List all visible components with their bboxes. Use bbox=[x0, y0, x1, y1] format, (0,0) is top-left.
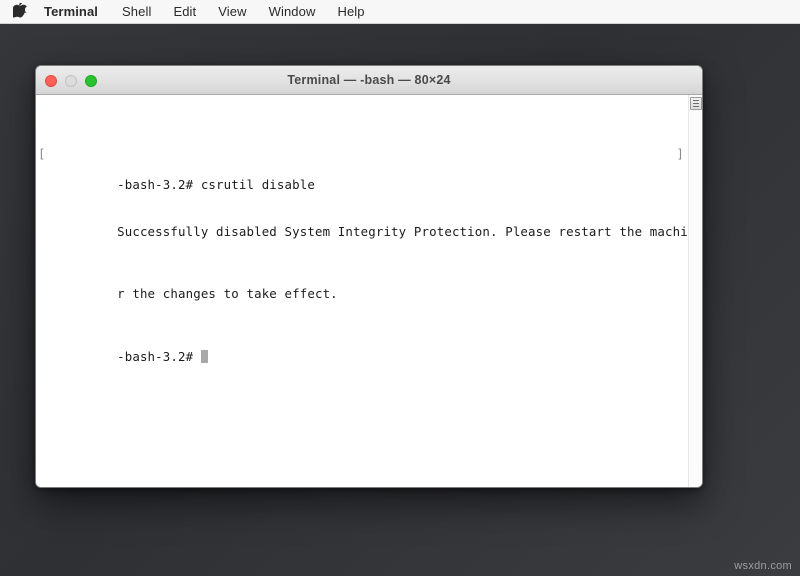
terminal-scrollbar[interactable] bbox=[688, 95, 702, 487]
minimize-button[interactable] bbox=[65, 74, 77, 87]
window-title: Terminal — -bash — 80×24 bbox=[287, 73, 451, 87]
window-controls bbox=[45, 66, 97, 95]
menu-item-edit[interactable]: Edit bbox=[162, 0, 207, 24]
terminal-line: Successfully disabled System Integrity P… bbox=[41, 208, 702, 239]
menu-item-terminal[interactable]: Terminal bbox=[38, 0, 111, 24]
prompt-mark-close-icon: ] bbox=[676, 145, 684, 161]
zoom-button[interactable] bbox=[85, 74, 97, 87]
prompt-mark-open-icon: [ bbox=[38, 145, 46, 161]
terminal-line-text: -bash-3.2# csrutil disable bbox=[117, 176, 315, 192]
menu-item-window[interactable]: Window bbox=[258, 0, 327, 24]
desktop: Terminal Shell Edit View Window Help Ter… bbox=[0, 0, 800, 576]
terminal-line: [ -bash-3.2# csrutil disable ] bbox=[38, 145, 686, 192]
terminal-window[interactable]: Terminal — -bash — 80×24 [ -bash-3.2# cs… bbox=[35, 65, 703, 488]
scroll-thumb[interactable] bbox=[690, 97, 702, 110]
terminal-line-text: r the changes to take effect. bbox=[117, 286, 338, 302]
terminal-line-text: -bash-3.2# bbox=[117, 348, 201, 364]
watermark: wsxdn.com bbox=[734, 560, 792, 572]
terminal-line: -bash-3.2# bbox=[41, 333, 686, 364]
terminal-line-text: Successfully disabled System Integrity P… bbox=[117, 223, 702, 239]
text-cursor bbox=[200, 349, 209, 363]
apple-logo-icon[interactable] bbox=[8, 0, 32, 24]
terminal-line: r the changes to take effect. bbox=[41, 271, 686, 301]
close-button[interactable] bbox=[45, 74, 57, 87]
menu-item-view[interactable]: View bbox=[207, 0, 257, 24]
terminal-content-area[interactable]: [ -bash-3.2# csrutil disable ] Successfu… bbox=[36, 95, 702, 487]
menu-bar: Terminal Shell Edit View Window Help bbox=[0, 0, 800, 24]
window-titlebar[interactable]: Terminal — -bash — 80×24 bbox=[36, 66, 702, 95]
terminal-output: [ -bash-3.2# csrutil disable ] Successfu… bbox=[38, 99, 702, 395]
menu-item-shell[interactable]: Shell bbox=[111, 0, 162, 24]
menu-item-help[interactable]: Help bbox=[326, 0, 375, 24]
